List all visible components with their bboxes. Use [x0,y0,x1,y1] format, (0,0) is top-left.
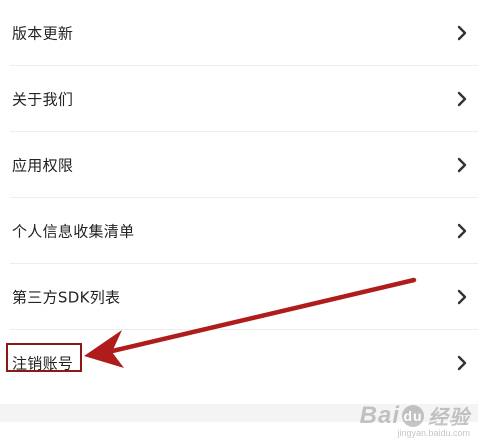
settings-item-version-update[interactable]: 版本更新 [0,0,478,66]
chevron-right-icon [457,289,467,305]
settings-item-about-us[interactable]: 关于我们 [0,66,478,132]
chevron-right-icon [457,223,467,239]
paw-icon: du [402,404,424,427]
chevron-right-icon [457,355,467,371]
settings-item-third-party-sdk-list[interactable]: 第三方SDK列表 [0,264,478,330]
baidu-jingyan-watermark: Bai du 经验 jingyan.baidu.com [359,401,470,439]
settings-item-label: 第三方SDK列表 [12,288,121,307]
settings-item-label: 关于我们 [12,90,74,109]
settings-item-label: 应用权限 [12,156,74,175]
watermark-brand: Bai [359,401,400,429]
watermark-brand-cn: 经验 [428,407,470,429]
settings-item-label: 个人信息收集清单 [12,222,135,241]
settings-item-label: 版本更新 [12,24,74,43]
settings-item-personal-info-list[interactable]: 个人信息收集清单 [0,198,478,264]
chevron-right-icon [457,25,467,41]
watermark-url: jingyan.baidu.com [397,428,470,438]
highlight-box [6,343,82,372]
chevron-right-icon [457,157,467,173]
chevron-right-icon [457,91,467,107]
settings-item-app-permissions[interactable]: 应用权限 [0,132,478,198]
settings-list: 版本更新 关于我们 应用权限 个人信息收集清单 第三方SDK列表 注销账号 [0,0,478,396]
